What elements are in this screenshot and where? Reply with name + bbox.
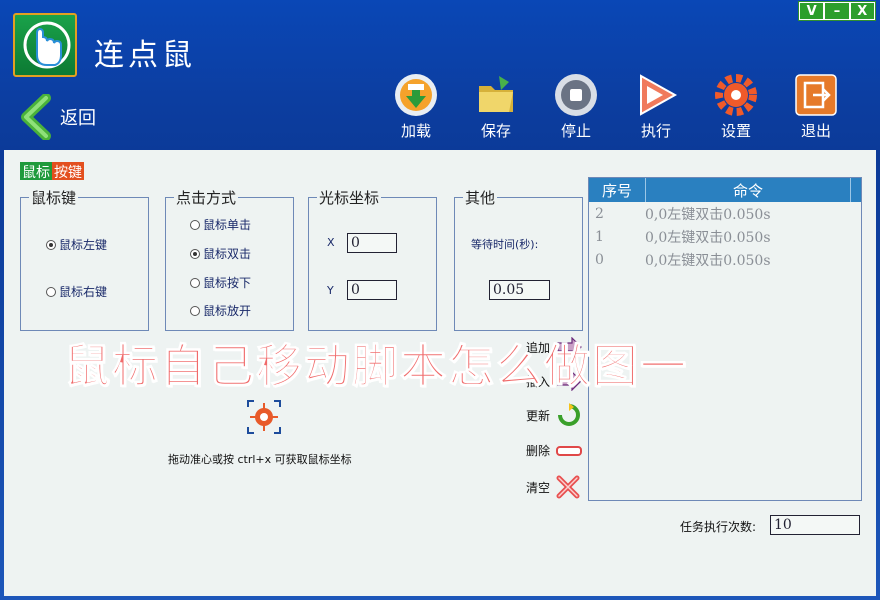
radio-left-button[interactable]: 鼠标左键 xyxy=(46,236,107,253)
execute-label: 执行 xyxy=(640,122,671,140)
col-index-header: 序号 xyxy=(589,178,646,202)
row-command: 0,0左键双击0.050s xyxy=(645,229,771,246)
update-button[interactable]: 更新 xyxy=(526,403,582,427)
stop-button[interactable]: 停止 xyxy=(546,72,606,141)
radio-dot xyxy=(46,239,56,250)
task-count-label: 任务执行次数: xyxy=(680,520,757,534)
window-controls: V – X xyxy=(798,1,876,21)
save-button[interactable]: 保存 xyxy=(466,72,526,141)
clear-label: 清空 xyxy=(526,480,551,495)
header-spacer xyxy=(850,178,861,202)
row-index: 1 xyxy=(595,228,604,245)
tab-mouse[interactable]: 鼠标 xyxy=(20,162,52,181)
mouse-key-title: 鼠标键 xyxy=(29,187,79,208)
radio-right-button[interactable]: 鼠标右键 xyxy=(46,283,107,300)
load-icon xyxy=(393,72,439,118)
crosshair-hint: 拖动准心或按 ctrl+x 可获取鼠标坐标 xyxy=(168,453,352,466)
click-mode-title: 点击方式 xyxy=(174,187,239,208)
exit-button[interactable]: 退出 xyxy=(786,72,846,141)
y-label: Y xyxy=(327,284,334,297)
radio-dot xyxy=(190,305,200,316)
radio-dot xyxy=(190,248,200,259)
settings-label: 设置 xyxy=(720,122,751,140)
y-input[interactable]: 0 xyxy=(347,280,397,300)
row-command: 0,0左键双击0.050s xyxy=(645,252,771,269)
execute-button[interactable]: 执行 xyxy=(626,72,686,141)
cursor-coords-title: 光标坐标 xyxy=(317,187,382,208)
x-label: X xyxy=(327,236,335,249)
radio-right-label: 鼠标右键 xyxy=(59,285,108,299)
x-input[interactable]: 0 xyxy=(347,233,397,253)
radio-press[interactable]: 鼠标按下 xyxy=(190,274,251,291)
app-title: 连点鼠 xyxy=(94,38,196,73)
load-button[interactable]: 加载 xyxy=(386,72,446,141)
back-button[interactable]: 返回 xyxy=(18,94,118,140)
load-label: 加载 xyxy=(400,122,431,140)
clear-button[interactable]: 清空 xyxy=(526,475,580,499)
radio-double-click[interactable]: 鼠标双击 xyxy=(190,245,251,262)
radio-release-label: 鼠标放开 xyxy=(203,304,252,318)
list-item[interactable]: 1 0,0左键双击0.050s xyxy=(589,225,861,248)
minimize-to-tray-button[interactable]: V xyxy=(800,3,824,19)
back-label: 返回 xyxy=(60,108,96,129)
watermark-overlay: 鼠标自己移动脚本怎么做图一 xyxy=(64,339,688,394)
radio-dot xyxy=(190,277,200,288)
radio-dot xyxy=(190,219,200,230)
app-logo-icon xyxy=(13,13,77,77)
app-window: V – X 连点鼠 返回 加载 保存 停止 执行 设置 退出 鼠标 按键 鼠标键… xyxy=(0,0,880,600)
list-item[interactable]: 0 0,0左键双击0.050s xyxy=(589,248,861,271)
radio-left-label: 鼠标左键 xyxy=(59,238,108,252)
wait-time-input[interactable]: 0.05 xyxy=(489,280,550,300)
mouse-key-group: 鼠标键 鼠标左键 鼠标右键 xyxy=(20,187,149,331)
mode-tabs: 鼠标 按键 xyxy=(20,162,84,181)
row-command: 0,0左键双击0.050s xyxy=(645,206,771,223)
save-label: 保存 xyxy=(480,122,511,140)
update-label: 更新 xyxy=(526,408,551,423)
stop-icon xyxy=(553,72,599,118)
play-icon xyxy=(633,72,679,118)
cursor-coords-group: 光标坐标 X 0 Y 0 xyxy=(308,187,437,331)
row-index: 0 xyxy=(595,251,604,268)
save-folder-icon xyxy=(473,72,519,118)
exit-label: 退出 xyxy=(800,122,831,140)
radio-single-label: 鼠标单击 xyxy=(203,218,252,232)
other-group: 其他 等待时间(秒): 0.05 xyxy=(454,187,583,331)
radio-release[interactable]: 鼠标放开 xyxy=(190,302,251,319)
back-arrow-icon xyxy=(21,94,51,140)
clear-x-icon xyxy=(556,475,580,499)
exit-icon xyxy=(793,72,839,118)
delete-label: 删除 xyxy=(526,444,551,458)
radio-press-label: 鼠标按下 xyxy=(203,276,252,290)
task-count-input[interactable]: 10 xyxy=(770,515,860,535)
stop-label: 停止 xyxy=(560,122,591,140)
col-command-header: 命令 xyxy=(732,181,763,200)
row-index: 2 xyxy=(595,205,604,222)
gear-icon xyxy=(713,72,759,118)
radio-single-click[interactable]: 鼠标单击 xyxy=(190,216,251,233)
tab-keyboard[interactable]: 按键 xyxy=(52,162,84,181)
minimize-button[interactable]: – xyxy=(825,3,849,19)
radio-double-label: 鼠标双击 xyxy=(203,247,252,261)
list-item[interactable]: 2 0,0左键双击0.050s xyxy=(589,202,861,225)
click-mode-group: 点击方式 鼠标单击 鼠标双击 鼠标按下 鼠标放开 xyxy=(165,187,294,331)
list-header: 序号 命令 xyxy=(589,178,861,202)
settings-button[interactable]: 设置 xyxy=(706,72,766,141)
radio-dot xyxy=(46,286,56,297)
refresh-icon xyxy=(558,403,580,426)
minus-icon xyxy=(556,445,582,456)
close-button[interactable]: X xyxy=(850,3,874,19)
crosshair-drag-icon[interactable] xyxy=(246,399,282,435)
other-title: 其他 xyxy=(463,187,498,208)
delete-button[interactable]: 删除 xyxy=(526,442,582,459)
wait-time-label: 等待时间(秒): xyxy=(471,238,539,251)
